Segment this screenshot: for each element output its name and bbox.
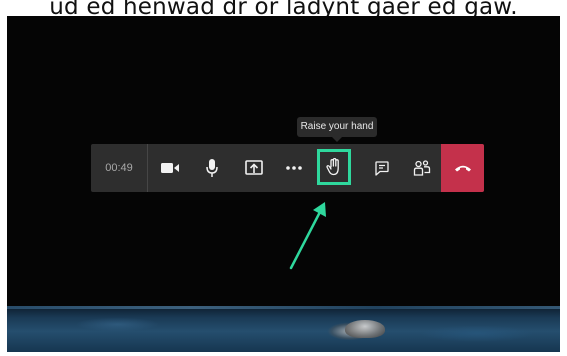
hang-up-button[interactable]: [441, 144, 484, 192]
microphone-button[interactable]: [193, 144, 231, 192]
raise-hand-button[interactable]: [317, 149, 351, 185]
hang-up-icon: [454, 165, 471, 172]
page: ud ed henwad dr or ladynt gaer ed gaw. R…: [0, 0, 567, 356]
rock-shape: [345, 320, 385, 338]
more-options-icon: [286, 166, 302, 170]
video-camera-icon: [161, 163, 179, 173]
camera-button[interactable]: [151, 144, 189, 192]
background-sea-image: [7, 306, 560, 352]
raise-hand-tooltip: Raise your hand: [297, 117, 377, 142]
more-options-button[interactable]: [275, 144, 313, 192]
share-screen-button[interactable]: [235, 144, 273, 192]
meeting-toolbar: 00:49: [91, 144, 484, 192]
chat-icon: [375, 160, 389, 176]
participants-button[interactable]: [403, 144, 441, 192]
microphone-icon: [206, 159, 218, 177]
chat-button[interactable]: [363, 144, 401, 192]
toolbar-divider: [147, 144, 148, 192]
share-screen-icon: [245, 160, 263, 175]
participants-icon: [413, 160, 431, 176]
call-timer: 00:49: [105, 162, 133, 174]
meeting-stage: Raise your hand 00:49: [7, 16, 560, 352]
raise-hand-icon: [326, 158, 339, 176]
